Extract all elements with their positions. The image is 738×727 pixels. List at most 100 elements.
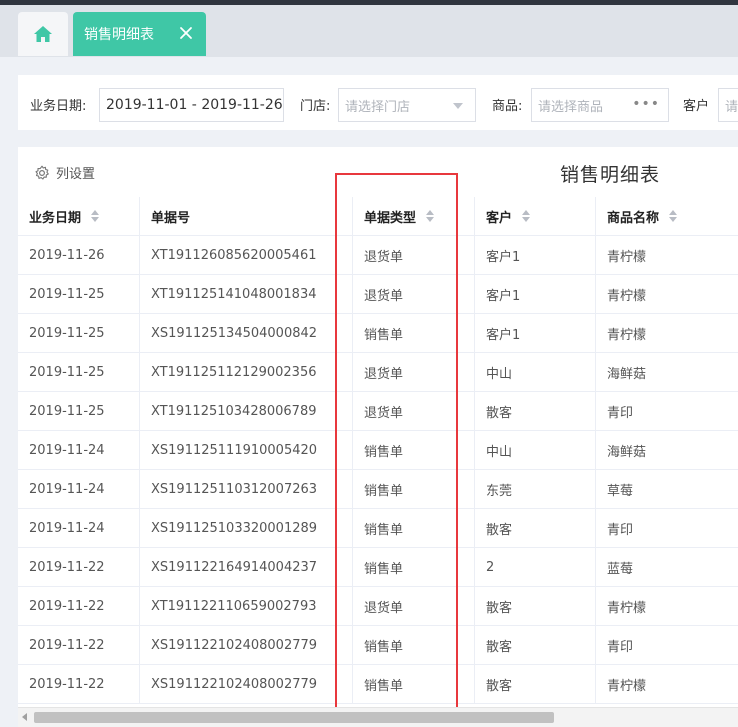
- cell-customer: 客户1: [475, 314, 596, 352]
- scroll-left-icon[interactable]: [22, 713, 27, 721]
- cell-product-name: 草莓: [607, 483, 634, 499]
- cell-business-date: 2019-11-25: [18, 392, 140, 430]
- table-row[interactable]: 2019-11-22 XS191122164914004237 销售单 2 蓝莓: [18, 548, 738, 587]
- cell-customer: 2: [475, 548, 596, 586]
- cell-business-date: 2019-11-22: [18, 587, 140, 625]
- cell-document-no: XS191125110312007263: [140, 470, 353, 508]
- cell-document-no: XS191125103320001289: [140, 509, 353, 547]
- cell-product-name: 青柠檬: [607, 600, 647, 616]
- cell-business-date: 2019-11-22: [18, 548, 140, 586]
- filter-bar: 业务日期: 2019-11-01 - 2019-11-26 门店: 请选择门店 …: [18, 75, 738, 130]
- cell-document-no: XT191125103428006789: [140, 392, 353, 430]
- cell-document-no: XT191125141048001834: [140, 275, 353, 313]
- header-business-date[interactable]: 业务日期: [18, 197, 140, 235]
- header-product-name[interactable]: 商品名称: [596, 197, 738, 235]
- cell-product-name: 青柠檬: [607, 678, 647, 694]
- header-customer[interactable]: 客户: [475, 197, 596, 235]
- home-icon: [34, 26, 52, 42]
- store-select[interactable]: 请选择门店: [338, 88, 476, 122]
- chevron-down-icon: [453, 103, 463, 109]
- cell-business-date: 2019-11-25: [18, 353, 140, 391]
- scrollbar-thumb[interactable]: [34, 712, 554, 723]
- cell-customer: 中山: [475, 353, 596, 391]
- table-row[interactable]: 2019-11-22 XS191122102408002779 销售单 散客 青柠檬: [18, 665, 738, 704]
- cell-document-no: XS191122102408002779: [140, 665, 353, 703]
- cell-document-no: XS191125111910005420: [140, 431, 353, 469]
- cell-document-type: 销售单: [353, 314, 475, 352]
- cell-customer: 客户1: [475, 275, 596, 313]
- tab-label: 销售明细表: [84, 27, 154, 43]
- tab-bar: 销售明细表: [0, 5, 738, 57]
- sort-icon[interactable]: [669, 210, 679, 222]
- cell-business-date: 2019-11-24: [18, 509, 140, 547]
- table-body: 2019-11-26 XT191126085620005461 退货单 客户1 青柠檬 2…: [18, 236, 738, 704]
- store-label: 门店:: [300, 99, 331, 114]
- cell-document-type: 销售单: [353, 626, 475, 664]
- cell-business-date: 2019-11-22: [18, 626, 140, 664]
- table-row[interactable]: 2019-11-22 XS191122102408002779 销售单 散客 青印: [18, 626, 738, 665]
- horizontal-scrollbar[interactable]: [18, 707, 738, 727]
- cell-document-type: 销售单: [353, 665, 475, 703]
- customer-label: 客户: [683, 99, 710, 114]
- table-row[interactable]: 2019-11-25 XT191125103428006789 退货单 散客 青印: [18, 392, 738, 431]
- table-row[interactable]: 2019-11-22 XT191122110659002793 退货单 散客 青柠檬: [18, 587, 738, 626]
- cell-document-no: XS191125134504000842: [140, 314, 353, 352]
- cell-document-no: XT191122110659002793: [140, 587, 353, 625]
- header-document-no[interactable]: 单据号: [140, 197, 353, 235]
- cell-business-date: 2019-11-25: [18, 314, 140, 352]
- date-range-value: 2019-11-01 - 2019-11-26: [106, 97, 283, 113]
- cell-document-type: 销售单: [353, 548, 475, 586]
- cell-customer: 散客: [475, 587, 596, 625]
- cell-product-name: 青柠檬: [607, 327, 647, 343]
- cell-document-type: 退货单: [353, 236, 475, 274]
- cell-document-type: 退货单: [353, 587, 475, 625]
- more-icon[interactable]: •••: [632, 96, 660, 112]
- cell-product-name: 青柠檬: [607, 288, 647, 304]
- cell-document-no: XS191122102408002779: [140, 626, 353, 664]
- cell-product-name: 海鲜菇: [607, 366, 647, 382]
- table-row[interactable]: 2019-11-24 XS191125111910005420 销售单 中山 海鲜菇: [18, 431, 738, 470]
- table-row[interactable]: 2019-11-24 XS191125103320001289 销售单 散客 青印: [18, 509, 738, 548]
- cell-document-type: 销售单: [353, 470, 475, 508]
- cell-document-no: XT191126085620005461: [140, 236, 353, 274]
- column-settings-button[interactable]: 列设置: [34, 163, 95, 182]
- cell-document-type: 退货单: [353, 392, 475, 430]
- sort-icon[interactable]: [426, 210, 436, 222]
- cell-business-date: 2019-11-24: [18, 470, 140, 508]
- table-row[interactable]: 2019-11-24 XS191125110312007263 销售单 东莞 草莓: [18, 470, 738, 509]
- header-document-type[interactable]: 单据类型: [353, 197, 475, 235]
- column-settings-label: 列设置: [56, 167, 96, 182]
- table-row[interactable]: 2019-11-26 XT191126085620005461 退货单 客户1 青柠檬: [18, 236, 738, 275]
- date-range-input[interactable]: 2019-11-01 - 2019-11-26: [99, 88, 284, 122]
- sort-icon[interactable]: [91, 210, 101, 222]
- table-row[interactable]: 2019-11-25 XS191125134504000842 销售单 客户1 青柠檬: [18, 314, 738, 353]
- cell-document-no: XS191122164914004237: [140, 548, 353, 586]
- cell-product-name: 青印: [607, 405, 634, 421]
- product-placeholder: 请选择商品: [538, 99, 604, 115]
- cell-product-name: 青印: [607, 522, 634, 538]
- cell-product-name: 青柠檬: [607, 249, 647, 265]
- cell-product-name: 海鲜菇: [607, 444, 647, 460]
- table-row[interactable]: 2019-11-25 XT191125141048001834 退货单 客户1 青柠檬: [18, 275, 738, 314]
- cell-customer: 散客: [475, 392, 596, 430]
- cell-document-type: 销售单: [353, 509, 475, 547]
- product-select[interactable]: 请选择商品 •••: [531, 88, 669, 122]
- table-row[interactable]: 2019-11-25 XT191125112129002356 退货单 中山 海鲜菇: [18, 353, 738, 392]
- cell-business-date: 2019-11-25: [18, 275, 140, 313]
- store-placeholder: 请选择门店: [345, 99, 411, 115]
- tab-sales-detail[interactable]: 销售明细表: [73, 12, 206, 56]
- report-panel: 列设置 销售明细表 业务日期 单据号 单据类型 客户 商品名称 2019-11-…: [18, 147, 738, 727]
- customer-select[interactable]: 请: [718, 88, 738, 122]
- report-title: 销售明细表: [560, 164, 661, 186]
- tab-home[interactable]: [18, 12, 68, 56]
- product-label: 商品:: [492, 99, 523, 114]
- sort-icon[interactable]: [522, 210, 532, 222]
- cell-customer: 客户1: [475, 236, 596, 274]
- cell-customer: 散客: [475, 509, 596, 547]
- cell-document-type: 退货单: [353, 353, 475, 391]
- close-icon[interactable]: [178, 25, 194, 41]
- cell-customer: 中山: [475, 431, 596, 469]
- sales-detail-table: 业务日期 单据号 单据类型 客户 商品名称 2019-11-26 XT191126…: [18, 197, 738, 704]
- cell-product-name: 蓝莓: [607, 561, 634, 577]
- cell-document-no: XT191125112129002356: [140, 353, 353, 391]
